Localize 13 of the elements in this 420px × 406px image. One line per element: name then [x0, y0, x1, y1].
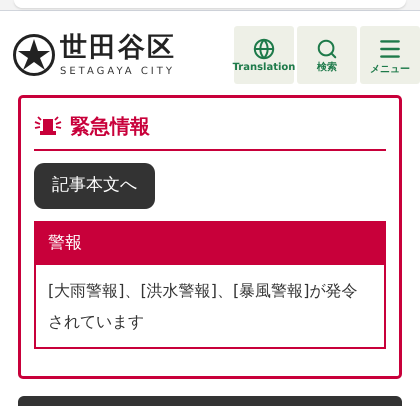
- logo-subtitle: SETAGAYA CITY: [60, 64, 176, 79]
- alert-message: [大雨警報]、[洪水警報]、[暴風警報]が発令されています: [47, 280, 358, 333]
- search-button[interactable]: 検索: [297, 26, 357, 84]
- alert-heading: 警報: [36, 222, 384, 265]
- article-link[interactable]: 記事本文へ: [34, 162, 155, 209]
- globe-icon: [253, 38, 275, 60]
- emblem-icon: [12, 33, 56, 78]
- globe-button[interactable]: Translation: [234, 26, 294, 84]
- menu-button[interactable]: メニュー: [360, 26, 420, 84]
- logo-title: 世田谷区: [60, 32, 176, 64]
- siren-icon: [34, 116, 62, 136]
- emergency-title: 緊急情報: [70, 112, 150, 140]
- search-icon: [316, 38, 338, 60]
